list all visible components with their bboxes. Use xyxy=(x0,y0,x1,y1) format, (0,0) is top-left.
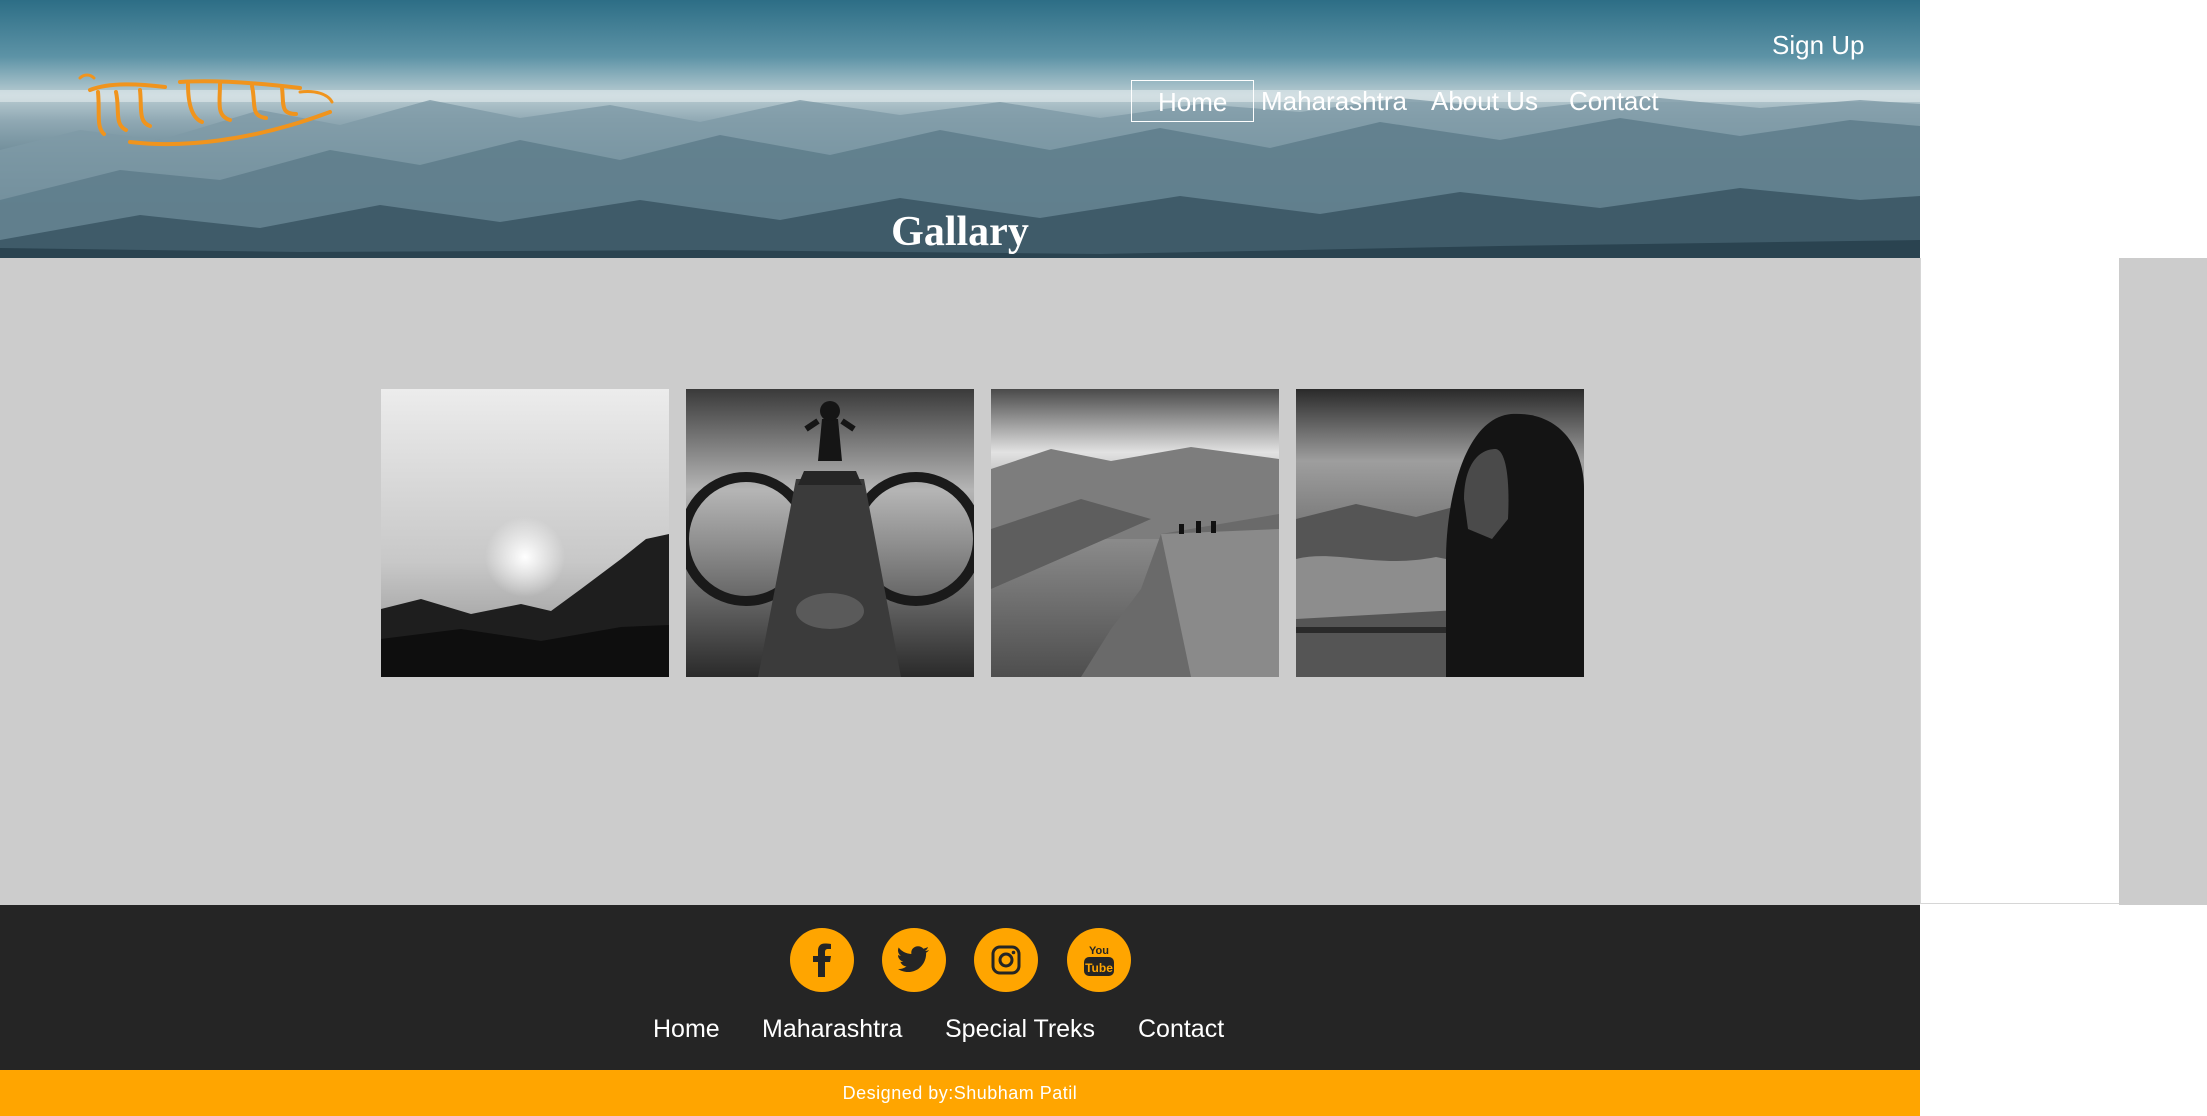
twitter-icon xyxy=(898,946,929,972)
gallery-photo-sunset[interactable] xyxy=(381,389,669,677)
svg-text:Tube: Tube xyxy=(1085,961,1113,975)
main-nav: Home Maharashtra About Us Contact xyxy=(0,80,1920,124)
signup-link[interactable]: Sign Up xyxy=(1772,30,1865,61)
gallery-photo-hooded-man[interactable] xyxy=(1296,389,1584,677)
site-footer: You Tube Home Maharashtra Special Treks … xyxy=(0,905,1920,1070)
footer-link-maharashtra[interactable]: Maharashtra xyxy=(762,1015,902,1044)
nav-contact[interactable]: Contact xyxy=(1569,80,1659,122)
instagram-link[interactable] xyxy=(974,928,1038,992)
page-title: Gallary xyxy=(891,209,1029,255)
facebook-link[interactable] xyxy=(790,928,854,992)
side-panel xyxy=(1920,258,2119,904)
side-strip xyxy=(2119,258,2207,905)
nav-maharashtra[interactable]: Maharashtra xyxy=(1261,80,1407,122)
youtube-link[interactable]: You Tube xyxy=(1067,928,1131,992)
hero-header: Sign Up Home Maharashtra About Us Contac… xyxy=(0,0,1920,258)
gallery-photo-cliff[interactable] xyxy=(991,389,1279,677)
twitter-link[interactable] xyxy=(882,928,946,992)
footer-link-contact[interactable]: Contact xyxy=(1138,1015,1224,1044)
youtube-icon: You Tube xyxy=(1084,945,1114,976)
designer-credit: Designed by:Shubham Patil xyxy=(0,1070,1920,1116)
nav-about-us[interactable]: About Us xyxy=(1431,80,1538,122)
facebook-icon xyxy=(813,943,831,977)
instagram-icon xyxy=(991,945,1021,975)
svg-text:You: You xyxy=(1089,945,1109,957)
gallery-photo-cannon[interactable] xyxy=(686,389,974,677)
nav-home[interactable]: Home xyxy=(1131,80,1255,122)
footer-link-home[interactable]: Home xyxy=(653,1015,720,1044)
footer-link-special-treks[interactable]: Special Treks xyxy=(945,1015,1095,1044)
